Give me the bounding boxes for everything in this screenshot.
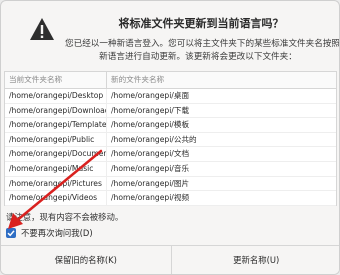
table-row[interactable]: /home/orangepi/Desktop /home/orangepi/桌面 [5, 89, 336, 104]
content-not-moved-note: 请注意，现有内容不会被移动。 [6, 212, 124, 222]
dialog-title: 将标准文件夹更新到当前语言吗？ [118, 17, 284, 30]
new-folder-cell: /home/orangepi/公共的 [111, 134, 197, 144]
new-folder-cell: /home/orangepi/音乐 [111, 163, 190, 173]
column-header-current-name[interactable]: 当前文件夹名称 [5, 72, 107, 88]
table-row[interactable]: /home/orangepi/Documents /home/orangepi/… [5, 147, 336, 162]
dialog-message: 您已经以一种新语言登入。您可以将主文件夹下的某些标准文件夹名按照 新语言进行自动… [65, 38, 340, 64]
table-row[interactable]: /home/orangepi/Downloads /home/orangepi/… [5, 103, 336, 119]
rename-folders-dialog: 将标准文件夹更新到当前语言吗？ 您已经以一种新语言登入。您可以将主文件夹下的某些… [0, 0, 340, 275]
table-body: /home/orangepi/Desktop /home/orangepi/桌面… [5, 89, 336, 206]
current-folder-cell: /home/orangepi/Music [5, 161, 107, 176]
dialog-button-bar: 保留旧的名称(K) 更新名称(U) [1, 245, 339, 274]
table-row[interactable]: /home/orangepi/Videos /home/orangepi/视频 [5, 191, 336, 206]
current-folder-cell: /home/orangepi/Desktop [5, 89, 107, 103]
table-header: 当前文件夹名称 新的文件夹名称 [5, 72, 336, 89]
current-folder-cell: /home/orangepi/Downloads [5, 103, 107, 118]
column-header-new-name[interactable]: 新的文件夹名称 [107, 72, 336, 88]
warning-icon [30, 18, 54, 40]
folder-rename-table[interactable]: 当前文件夹名称 新的文件夹名称 /home/orangepi/Desktop /… [4, 71, 337, 206]
keep-old-names-button[interactable]: 保留旧的名称(K) [1, 246, 171, 274]
new-folder-cell: /home/orangepi/桌面 [111, 91, 190, 100]
dialog-message-line: 您已经以一种新语言登入。您可以将主文件夹下的某些标准文件夹名按照 [65, 39, 340, 49]
current-folder-cell: /home/orangepi/Public [5, 132, 107, 147]
new-folder-cell: /home/orangepi/模板 [111, 120, 190, 130]
dialog-message-line: 新语言进行自动更新。该更新将会更改以下文件夹： [99, 52, 297, 62]
checkmark-icon [7, 230, 15, 237]
current-folder-cell: /home/orangepi/Templates [5, 118, 107, 132]
current-folder-cell: /home/orangepi/Videos [5, 191, 107, 205]
table-row[interactable]: /home/orangepi/Public /home/orangepi/公共的 [5, 132, 336, 148]
current-folder-cell: /home/orangepi/Pictures [5, 176, 107, 191]
new-folder-cell: /home/orangepi/文档 [111, 149, 190, 159]
new-folder-cell: /home/orangepi/下载 [111, 105, 190, 115]
dont-ask-again-checkbox[interactable] [6, 228, 16, 238]
table-row[interactable]: /home/orangepi/Music /home/orangepi/音乐 [5, 161, 336, 177]
dont-ask-again-label[interactable]: 不要再次询问我(D) [21, 227, 93, 239]
current-folder-cell: /home/orangepi/Documents [5, 147, 107, 161]
table-row[interactable]: /home/orangepi/Templates /home/orangepi/… [5, 118, 336, 133]
table-row[interactable]: /home/orangepi/Pictures /home/orangepi/图… [5, 176, 336, 192]
dont-ask-again-option[interactable]: 不要再次询问我(D) [6, 227, 93, 239]
update-names-button[interactable]: 更新名称(U) [170, 246, 339, 274]
new-folder-cell: /home/orangepi/图片 [111, 178, 190, 188]
new-folder-cell: /home/orangepi/视频 [111, 193, 190, 203]
